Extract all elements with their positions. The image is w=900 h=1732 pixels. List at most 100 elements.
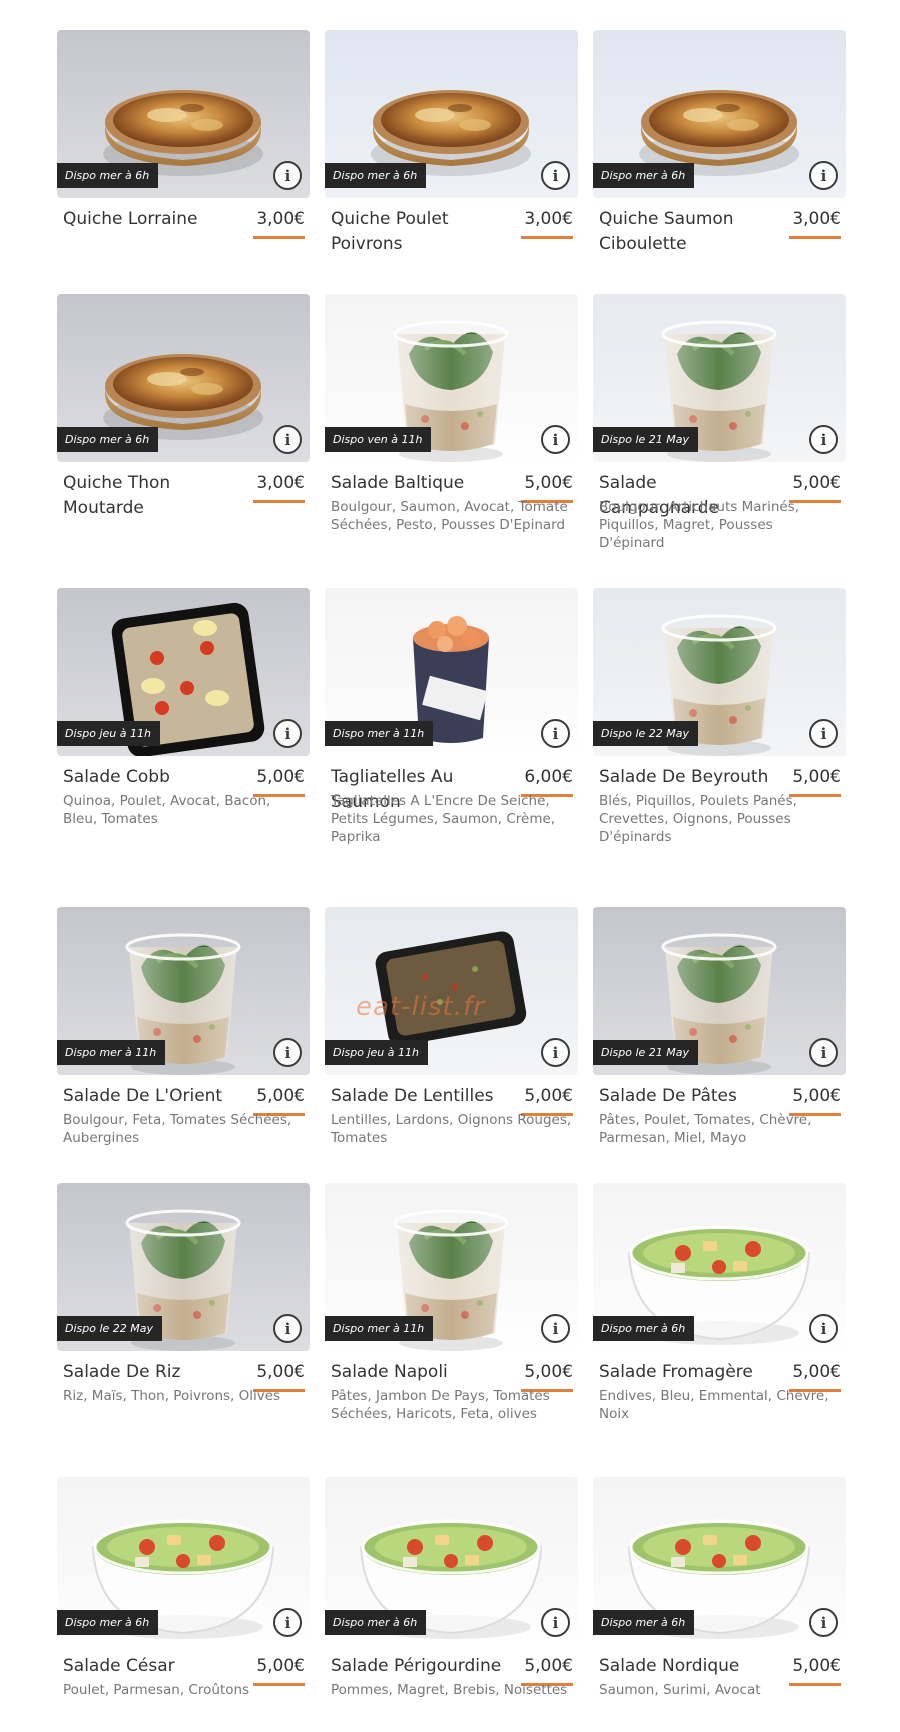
product-card[interactable]: Dispo mer à 6h i Salade César 5,00€ Poul… [57, 1477, 310, 1699]
product-card[interactable]: Dispo mer à 11h i Salade Napoli 5,00€ Pâ… [325, 1183, 578, 1423]
info-circle-icon[interactable]: i [809, 425, 838, 454]
product-card[interactable]: Dispo mer à 6h i Quiche Thon Moutarde 3,… [57, 294, 310, 518]
product-image[interactable]: Dispo le 21 May i [593, 294, 846, 462]
availability-badge: Dispo mer à 6h [57, 1610, 159, 1635]
info-circle-icon[interactable]: i [809, 1038, 838, 1067]
product-card[interactable]: Dispo le 22 May i Salade De Riz 5,00€ Ri… [57, 1183, 310, 1405]
info-circle-icon[interactable]: i [541, 161, 570, 190]
product-card[interactable]: Dispo ven à 11h i Salade Baltique 5,00€ … [325, 294, 578, 534]
product-image[interactable]: Dispo mer à 11h i [57, 907, 310, 1075]
product-price: 3,00€ [256, 473, 305, 493]
product-name[interactable]: Salade César [63, 1654, 243, 1679]
info-circle-icon[interactable]: i [809, 1314, 838, 1343]
product-name[interactable]: Quiche Saumon Ciboulette [599, 207, 779, 257]
info-circle-icon[interactable]: i [273, 161, 302, 190]
product-image[interactable]: Dispo mer à 6h i [57, 1477, 310, 1645]
price-underline [789, 236, 841, 239]
product-card[interactable]: Dispo jeu à 11h i Salade De Lentilles 5,… [325, 907, 578, 1147]
info-circle-icon[interactable]: i [273, 1038, 302, 1067]
product-image[interactable]: Dispo mer à 6h i [593, 30, 846, 198]
product-price: 5,00€ [256, 767, 305, 787]
info-circle-icon[interactable]: i [273, 1608, 302, 1637]
product-image[interactable]: Dispo mer à 6h i [57, 30, 310, 198]
product-price: 5,00€ [792, 767, 841, 787]
product-name[interactable]: Salade Fromagère [599, 1360, 779, 1385]
product-image[interactable]: Dispo mer à 6h i [325, 30, 578, 198]
info-circle-icon[interactable]: i [809, 1608, 838, 1637]
product-card[interactable]: Dispo le 21 May i Salade De Pâtes 5,00€ … [593, 907, 846, 1147]
product-image[interactable]: Dispo mer à 6h i [593, 1183, 846, 1351]
product-name[interactable]: Salade Baltique [331, 471, 511, 496]
product-card[interactable]: Dispo jeu à 11h i Salade Cobb 5,00€ Quin… [57, 588, 310, 828]
product-name[interactable]: Salade Périgourdine [331, 1654, 511, 1679]
price-underline [253, 236, 305, 239]
availability-badge: Dispo mer à 11h [325, 721, 434, 746]
product-description: Boulgour, Saumon, Avocat, Tomate Séchées… [331, 499, 568, 533]
product-image[interactable]: Dispo mer à 6h i [57, 294, 310, 462]
product-image[interactable]: Dispo mer à 11h i [325, 1183, 578, 1351]
product-name[interactable]: Salade De Riz [63, 1360, 243, 1385]
availability-badge: Dispo mer à 6h [593, 163, 695, 188]
product-description: Pommes, Magret, Brebis, Noisettes [331, 1682, 568, 1698]
product-description: Tagliatelles A L'Encre De Seiche, Petits… [331, 793, 556, 845]
product-name[interactable]: Quiche Poulet Poivrons [331, 207, 511, 257]
availability-badge: Dispo ven à 11h [325, 427, 432, 452]
info-circle-icon[interactable]: i [273, 1314, 302, 1343]
availability-badge: Dispo mer à 11h [57, 1040, 166, 1065]
product-card[interactable]: Dispo mer à 6h i Quiche Lorraine 3,00€ [57, 30, 310, 239]
product-image[interactable]: Dispo le 22 May i [593, 588, 846, 756]
availability-badge: Dispo mer à 11h [325, 1316, 434, 1341]
product-card[interactable]: Dispo mer à 6h i Salade Fromagère 5,00€ … [593, 1183, 846, 1423]
product-price: 5,00€ [792, 1362, 841, 1382]
product-name[interactable]: Salade Napoli [331, 1360, 511, 1385]
availability-badge: Dispo mer à 6h [593, 1316, 695, 1341]
availability-badge: Dispo jeu à 11h [57, 721, 160, 746]
product-card[interactable]: Dispo mer à 6h i Quiche Saumon Ciboulett… [593, 30, 846, 254]
product-description: Pâtes, Poulet, Tomates, Chèvre, Parmesan… [599, 1112, 812, 1146]
info-circle-icon[interactable]: i [541, 719, 570, 748]
product-name[interactable]: Quiche Thon Moutarde [63, 471, 243, 521]
product-description: Pâtes, Jambon De Pays, Tomates Séchées, … [331, 1388, 550, 1422]
product-card[interactable]: Dispo mer à 6h i Quiche Poulet Poivrons … [325, 30, 578, 254]
product-image[interactable]: Dispo jeu à 11h i [57, 588, 310, 756]
product-name[interactable]: Salade De Beyrouth [599, 765, 779, 790]
info-circle-icon[interactable]: i [809, 719, 838, 748]
product-price: 3,00€ [256, 209, 305, 229]
product-card[interactable]: Dispo mer à 6h i Salade Nordique 5,00€ S… [593, 1477, 846, 1699]
product-card[interactable]: Dispo mer à 6h i Salade Périgourdine 5,0… [325, 1477, 578, 1699]
availability-badge: Dispo le 21 May [593, 427, 699, 452]
product-name[interactable]: Salade De L'Orient [63, 1084, 243, 1109]
product-card[interactable]: Dispo le 22 May i Salade De Beyrouth 5,0… [593, 588, 846, 846]
info-circle-icon[interactable]: i [541, 425, 570, 454]
availability-badge: Dispo mer à 6h [325, 1610, 427, 1635]
availability-badge: Dispo le 22 May [593, 721, 699, 746]
product-image[interactable]: Dispo ven à 11h i [325, 294, 578, 462]
product-name[interactable]: Salade De Lentilles [331, 1084, 511, 1109]
product-name[interactable]: Salade De Pâtes [599, 1084, 779, 1109]
info-circle-icon[interactable]: i [273, 425, 302, 454]
product-card[interactable]: Dispo mer à 11h i Tagliatelles Au Saumon… [325, 588, 578, 846]
product-price: 5,00€ [524, 473, 573, 493]
info-circle-icon[interactable]: i [809, 161, 838, 190]
product-image[interactable]: Dispo jeu à 11h i [325, 907, 578, 1075]
product-name[interactable]: Salade Nordique [599, 1654, 779, 1679]
price-underline [521, 236, 573, 239]
product-image[interactable]: Dispo le 21 May i [593, 907, 846, 1075]
info-circle-icon[interactable]: i [541, 1608, 570, 1637]
product-name[interactable]: Salade Cobb [63, 765, 243, 790]
product-image[interactable]: Dispo mer à 6h i [593, 1477, 846, 1645]
product-name[interactable]: Quiche Lorraine [63, 207, 243, 232]
product-image[interactable]: Dispo le 22 May i [57, 1183, 310, 1351]
info-circle-icon[interactable]: i [273, 719, 302, 748]
info-circle-icon[interactable]: i [541, 1314, 570, 1343]
product-card[interactable]: Dispo mer à 11h i Salade De L'Orient 5,0… [57, 907, 310, 1147]
product-description: Lentilles, Lardons, Oignons Rouges, Toma… [331, 1112, 572, 1146]
info-circle-icon[interactable]: i [541, 1038, 570, 1067]
price-underline [253, 500, 305, 503]
product-image[interactable]: Dispo mer à 11h i [325, 588, 578, 756]
product-card[interactable]: Dispo le 21 May i Salade Campagnarde 5,0… [593, 294, 846, 552]
product-description: Poulet, Parmesan, Croûtons [63, 1682, 250, 1698]
product-price: 5,00€ [524, 1656, 573, 1676]
product-image[interactable]: Dispo mer à 6h i [325, 1477, 578, 1645]
product-description: Endives, Bleu, Emmental, Chèvre, Noix [599, 1388, 829, 1422]
